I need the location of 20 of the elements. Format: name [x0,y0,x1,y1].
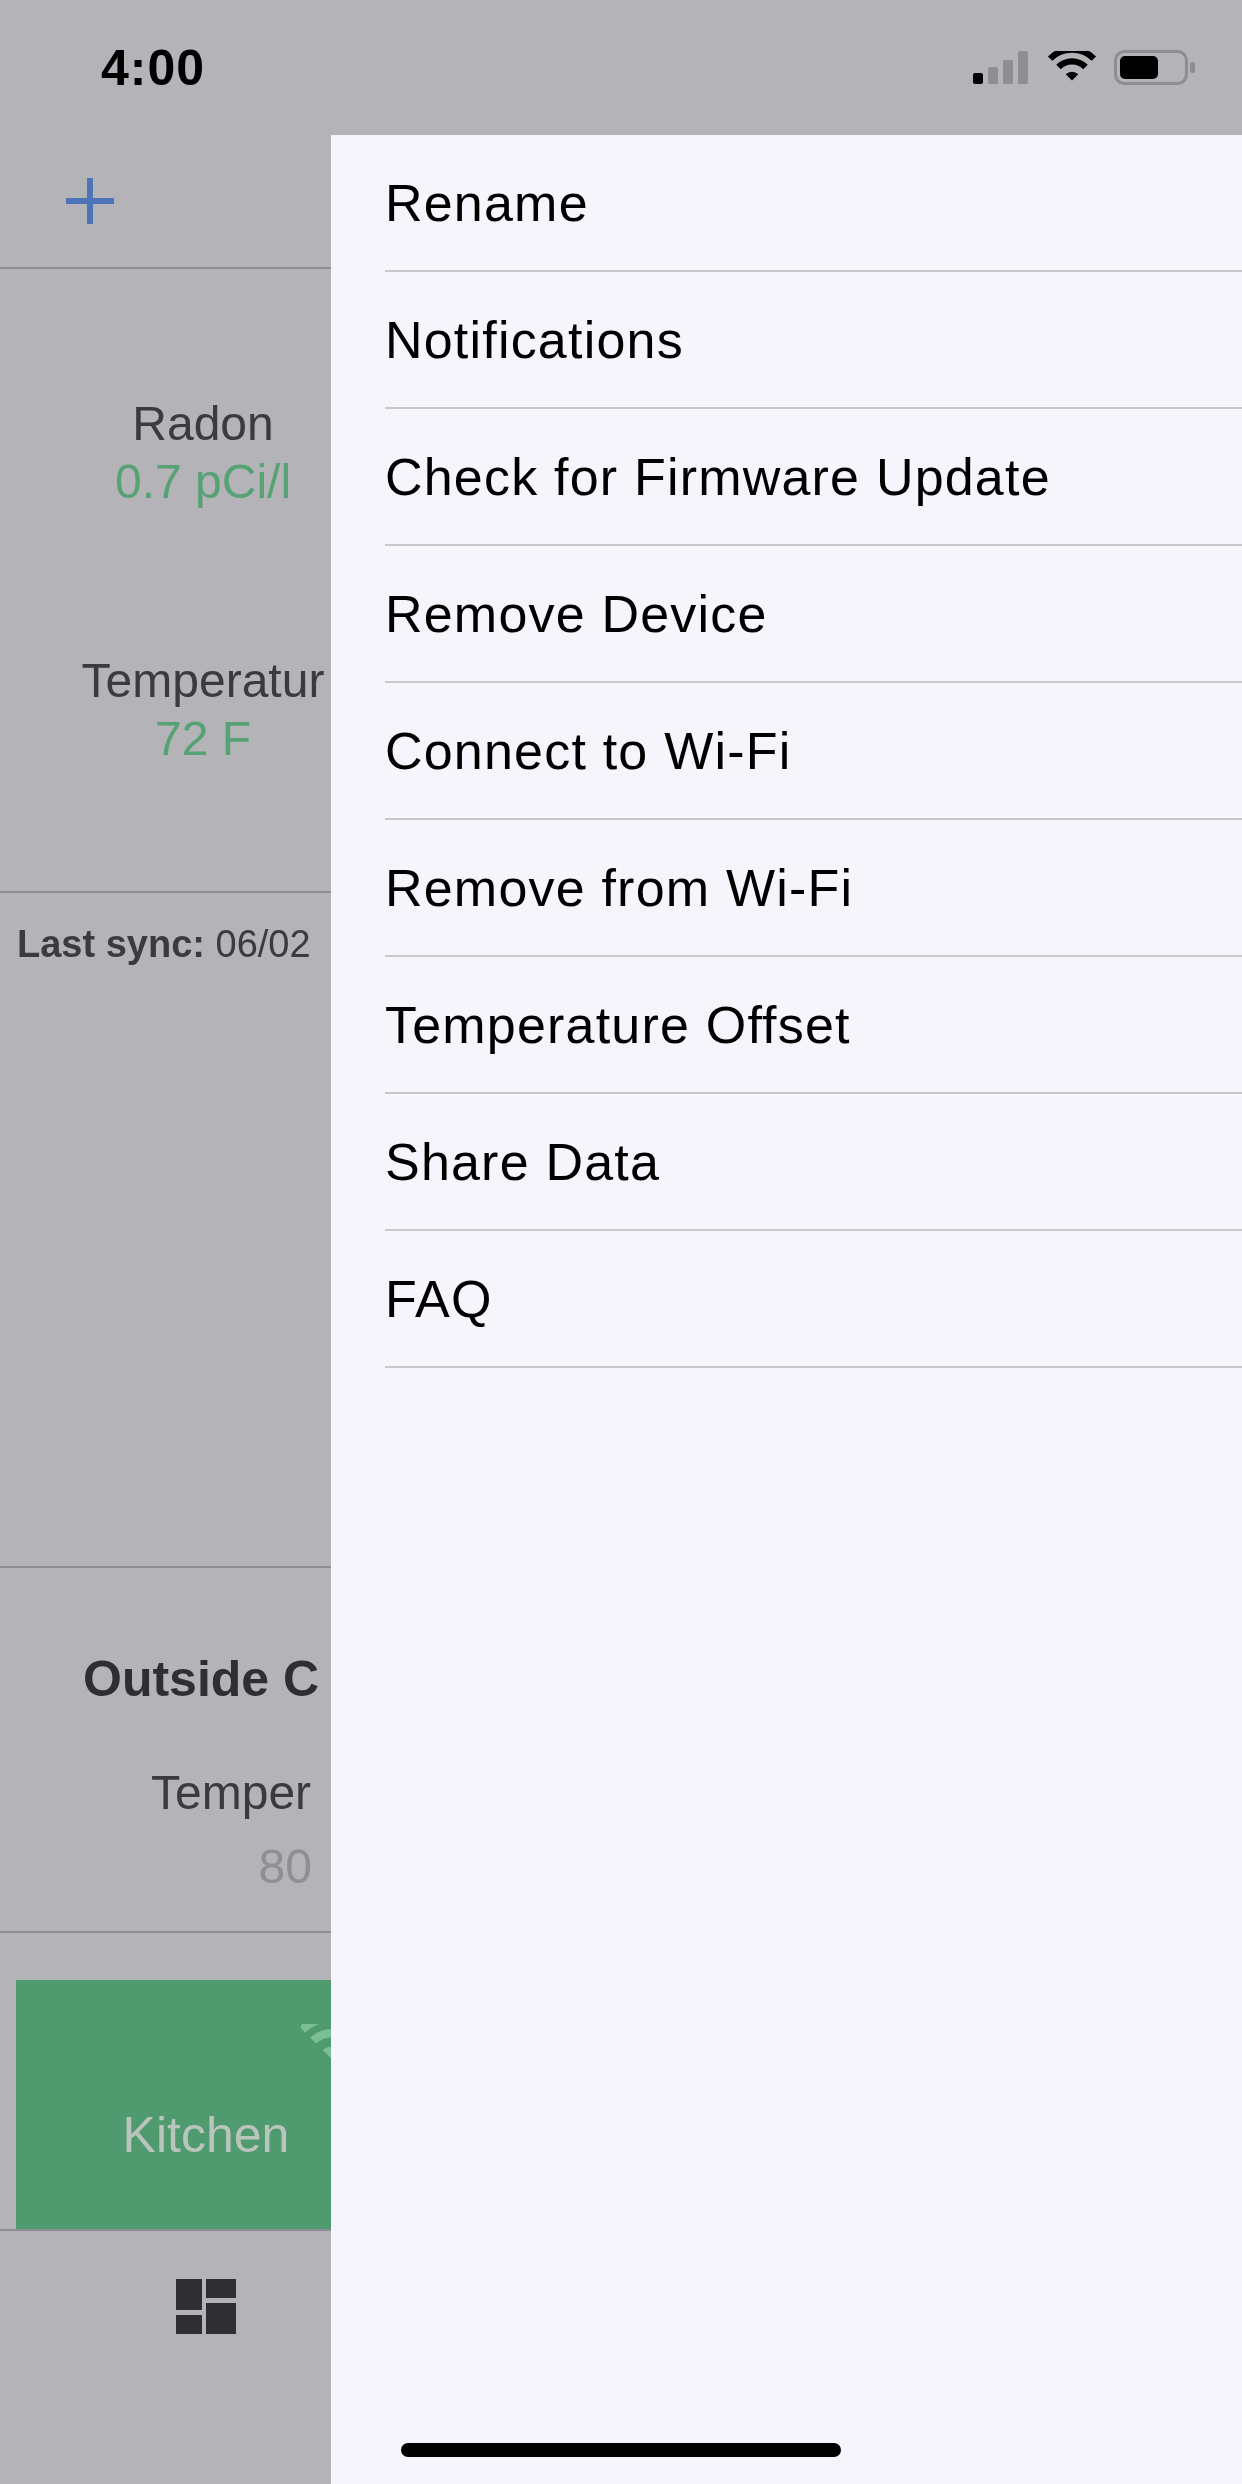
last-sync-text: Last sync: 06/02 [17,923,311,965]
reading-label: Temper [151,1765,312,1821]
reading-label: Radon [132,396,274,452]
menu-item[interactable]: Check for Firmware Update [385,409,1242,546]
menu-item[interactable]: Notifications [385,272,1242,409]
menu-item[interactable]: FAQ [385,1231,1242,1368]
reading-value: 72 F [154,711,251,767]
battery-icon [1114,50,1195,85]
signal-icon [973,51,1030,84]
menu-item[interactable]: Share Data [385,1094,1242,1231]
menu-item[interactable]: Temperature Offset [385,957,1242,1094]
menu-item[interactable]: Remove from Wi-Fi [385,820,1242,957]
menu-item[interactable]: Remove Device [385,546,1242,683]
section-title: Outside C [83,1650,320,1709]
dashboard-icon[interactable] [176,2279,236,2334]
status-time: 4:00 [101,38,206,97]
reading-value: 0.7 pCi/l [114,454,292,510]
reading-label: Temperatur [81,653,325,709]
menu-item[interactable]: Connect to Wi-Fi [385,683,1242,820]
menu-item[interactable]: Rename [385,135,1242,272]
